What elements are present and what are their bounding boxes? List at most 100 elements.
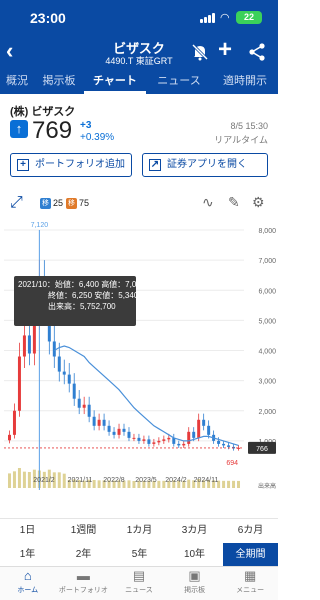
x-tick-label: 2021/2 bbox=[33, 477, 55, 484]
add-icon[interactable]: + bbox=[218, 36, 232, 64]
ma-short-badge: 移 bbox=[40, 198, 51, 209]
range-1y[interactable]: 1年 bbox=[0, 543, 55, 566]
nav-board[interactable]: ▣ 掲示板 bbox=[167, 567, 223, 600]
candle-body bbox=[102, 419, 106, 426]
nav-menu[interactable]: ▦ メニュー bbox=[222, 567, 278, 600]
candle-body bbox=[157, 440, 161, 443]
tab-chart[interactable]: チャート bbox=[84, 70, 146, 94]
range-1d[interactable]: 1日 bbox=[0, 519, 55, 542]
volume-bar bbox=[157, 480, 161, 488]
tooltip-high: 高値：7,030 bbox=[101, 280, 146, 289]
candle-body bbox=[87, 404, 91, 417]
candle-body bbox=[147, 439, 151, 444]
volume-bar bbox=[8, 473, 11, 488]
candle-body bbox=[187, 431, 191, 444]
tab-news[interactable]: ニュース bbox=[146, 70, 212, 94]
peak-label: 7,120 bbox=[31, 222, 49, 229]
candle-body bbox=[52, 341, 56, 357]
price-change-pct: +0.39% bbox=[80, 132, 115, 143]
bottom-nav: ⌂ ホーム ▬ ポートフォリオ ▤ ニュース ▣ 掲示板 ▦ メニュー bbox=[0, 566, 278, 600]
grid-icon: ▦ bbox=[244, 568, 257, 583]
candle-body bbox=[197, 419, 201, 438]
open-securities-label: 証券アプリを開く bbox=[167, 159, 247, 170]
candle-body bbox=[177, 443, 181, 446]
range-all[interactable]: 全期間 bbox=[223, 543, 278, 566]
nav-home[interactable]: ⌂ ホーム bbox=[0, 567, 56, 600]
nav-menu-label: メニュー bbox=[236, 587, 265, 594]
share-icon[interactable] bbox=[247, 42, 267, 62]
add-portfolio-button[interactable]: + ポートフォリオ追加 bbox=[10, 153, 132, 177]
candle-body bbox=[162, 439, 166, 441]
tab-disclosure[interactable]: 適時開示 bbox=[212, 70, 278, 94]
volume-bar bbox=[222, 480, 226, 488]
stock-price: 769 bbox=[32, 117, 73, 144]
candle-body bbox=[207, 425, 211, 435]
candle-body bbox=[97, 419, 101, 426]
range-3m[interactable]: 3カ月 bbox=[167, 519, 222, 542]
volume-bar bbox=[57, 472, 61, 488]
y-tick-label: 3,000 bbox=[258, 379, 276, 386]
battery-icon: 22 bbox=[236, 11, 262, 24]
volume-bar bbox=[12, 471, 16, 488]
ticker-subtitle: 4490.T 東証GRT bbox=[105, 56, 173, 66]
nav-board-label: 掲示板 bbox=[184, 587, 206, 594]
price-chart[interactable]: 8,0007,0006,0005,0004,0003,0002,0001,000… bbox=[0, 216, 278, 510]
pencil-icon[interactable]: ✎ bbox=[228, 194, 240, 211]
volume-bar bbox=[127, 480, 131, 488]
external-link-icon: ↗ bbox=[149, 159, 161, 171]
nav-portfolio[interactable]: ▬ ポートフォリオ bbox=[56, 567, 112, 600]
nav-news-label: ニュース bbox=[125, 587, 153, 594]
open-securities-button[interactable]: ↗ 証券アプリを開く bbox=[142, 153, 268, 177]
tooltip-volume: 出来高：5,752,700 bbox=[48, 302, 116, 311]
candle-body bbox=[57, 356, 61, 372]
x-tick-label: 2023/5 bbox=[135, 477, 157, 484]
volume-bar bbox=[97, 480, 101, 488]
bell-off-icon[interactable] bbox=[190, 42, 210, 62]
volume-bar bbox=[227, 480, 231, 488]
ma-short-value: 25 bbox=[53, 198, 64, 208]
tab-board[interactable]: 掲示板 bbox=[34, 70, 84, 94]
app-header: ‹ ビザスク 4490.T 東証GRT + bbox=[0, 36, 278, 70]
expand-icon[interactable]: ⤢ bbox=[10, 194, 23, 212]
up-arrow-icon: ↑ bbox=[10, 120, 28, 138]
candle-body bbox=[27, 335, 31, 354]
period-selector: 1日 1週間 1カ月 3カ月 6カ月 1年 2年 5年 10年 全期間 bbox=[0, 518, 278, 566]
status-time: 23:00 bbox=[30, 10, 66, 26]
gear-icon[interactable]: ⚙ bbox=[252, 194, 265, 211]
range-6m[interactable]: 6カ月 bbox=[223, 519, 278, 542]
candle-body bbox=[202, 419, 206, 426]
range-10y[interactable]: 10年 bbox=[167, 543, 222, 566]
x-tick-label: 2022/8 bbox=[103, 477, 125, 484]
candle-body bbox=[152, 442, 156, 444]
volume-bar bbox=[27, 472, 31, 488]
newspaper-icon: ▤ bbox=[132, 568, 146, 583]
ma-long-value: 75 bbox=[79, 198, 90, 208]
y-tick-label: 4,000 bbox=[258, 349, 276, 356]
chat-icon: ▣ bbox=[188, 568, 201, 583]
range-1w[interactable]: 1週間 bbox=[56, 519, 111, 542]
volume-axis-label: 出来高 bbox=[258, 482, 276, 490]
candle-body bbox=[137, 437, 141, 441]
range-5y[interactable]: 5年 bbox=[112, 543, 167, 566]
range-1m[interactable]: 1カ月 bbox=[112, 519, 167, 542]
nav-home-label: ホーム bbox=[17, 587, 39, 594]
range-2y[interactable]: 2年 bbox=[56, 543, 111, 566]
y-tick-label: 2,000 bbox=[258, 409, 276, 416]
candle-body bbox=[17, 356, 21, 411]
x-tick-label: 2021/11 bbox=[68, 477, 93, 484]
nav-news[interactable]: ▤ ニュース bbox=[111, 567, 167, 600]
candle-body bbox=[107, 425, 111, 432]
volume-bar bbox=[92, 480, 96, 488]
candle-body bbox=[217, 440, 221, 444]
tooltip-date: 2021/10 bbox=[18, 280, 47, 289]
nav-portfolio-label: ポートフォリオ bbox=[58, 587, 108, 594]
tab-overview[interactable]: 概況 bbox=[0, 70, 34, 94]
candle-body bbox=[222, 443, 226, 446]
candle-body bbox=[82, 404, 86, 408]
trendline-icon[interactable]: ∿ bbox=[202, 194, 214, 211]
folder-icon: ▬ bbox=[76, 568, 90, 583]
candle-body bbox=[92, 416, 96, 426]
y-tick-label: 6,000 bbox=[258, 288, 276, 295]
quote-time: 8/5 15:30 bbox=[230, 121, 268, 131]
x-tick-label: 2024/2 bbox=[165, 477, 187, 484]
